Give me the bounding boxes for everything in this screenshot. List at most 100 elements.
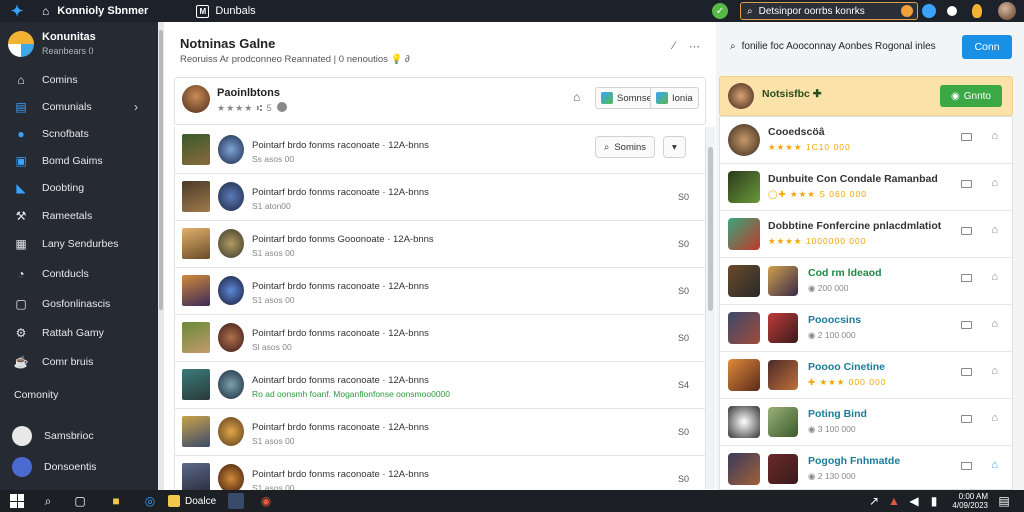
sidebar-item-2[interactable]: ● Scnofbats — [14, 125, 88, 143]
bell-icon[interactable] — [922, 4, 936, 18]
award-icon[interactable] — [972, 4, 982, 18]
sidebar-item-6[interactable]: ▦ Lany Sendurbes — [14, 235, 118, 253]
list-item[interactable]: Pooocsins ◉ 2 100 000 ⌂ — [720, 305, 1012, 352]
message-icon[interactable] — [961, 415, 972, 423]
bell-icon[interactable]: ⌂ — [991, 224, 998, 236]
bell-icon[interactable]: ⌂ — [991, 271, 998, 283]
alert-icon[interactable]: ▲ — [886, 493, 902, 509]
sidebar-item-3[interactable]: ▣ Bomd Gaims — [14, 152, 102, 170]
battery-icon[interactable]: ▮ — [926, 493, 942, 509]
table-row[interactable]: Aointarf brdo fonms raconoate · 12A-bnns… — [175, 362, 705, 409]
taskbar-app[interactable]: Doalce — [168, 493, 216, 509]
featured-card: Notsisfbc ✚ ◉ Gnnto — [719, 76, 1013, 116]
lock-icon[interactable]: ⌂ — [573, 90, 580, 104]
list-item[interactable]: Poting Bind ◉ 3 100 000 ⌂ — [720, 399, 1012, 446]
clock[interactable]: 0:00 AM 4/09/2023 — [952, 492, 988, 510]
sidebar-user-1[interactable]: Donsoentis — [12, 457, 97, 477]
user-avatar[interactable] — [998, 2, 1016, 20]
chrome-icon[interactable]: ◉ — [258, 493, 274, 509]
bell-icon[interactable]: ⌂ — [991, 130, 998, 142]
sidebar-item-1[interactable]: ▤ Comunials › — [14, 98, 148, 116]
home-icon[interactable]: ⌂ — [42, 4, 49, 18]
message-icon[interactable] — [961, 274, 972, 282]
featured-button-label: Gnnto — [963, 90, 991, 102]
page-title: Notninas Galne — [180, 36, 276, 51]
right-search[interactable]: ⌕ fonilie foc Aooconnay Aonbes Rogonal i… — [730, 41, 936, 52]
message-icon[interactable] — [961, 180, 972, 188]
sidebar-item-10[interactable]: ☕ Comr bruis — [14, 353, 94, 371]
item-sub: ★★★★ 1C10 000 — [768, 142, 851, 153]
alert-icon[interactable] — [901, 5, 913, 17]
app-logo-icon[interactable]: ✦ — [6, 0, 28, 22]
windows-start-icon[interactable] — [10, 494, 24, 508]
message-icon[interactable] — [961, 462, 972, 470]
bell-icon[interactable]: ⌂ — [991, 318, 998, 330]
window-title: Konnioly Sbnmer — [57, 5, 149, 17]
filter-button[interactable]: ⌕ Somins — [595, 136, 656, 158]
table-row[interactable]: Pointarf brdo fonms Gooonoate · 12A-bnns… — [175, 221, 705, 268]
browser-icon[interactable]: ◎ — [142, 493, 158, 509]
app-icon[interactable] — [228, 493, 244, 509]
bell-icon[interactable]: ⌂ — [991, 177, 998, 189]
game-action-button-2[interactable]: Ionia — [650, 87, 699, 109]
notification-icon[interactable]: ✓ — [712, 3, 728, 19]
list-item[interactable]: Cod rm ldeaod ◉ 200 000 ⌂ — [720, 258, 1012, 305]
message-icon[interactable] — [961, 321, 972, 329]
gamepad-icon: ▣ — [15, 154, 27, 168]
sidebar-item-label: Lany Sendurbes — [42, 238, 119, 250]
clock-icon — [276, 102, 287, 112]
table-row[interactable]: Pointarf brdo fonms raconoate · 12A-bnns… — [175, 315, 705, 362]
sidebar-item-4[interactable]: ◣ Doobting — [14, 179, 84, 197]
folder-icon[interactable]: ■ — [108, 493, 124, 509]
table-row[interactable]: Pointarf brdo fonms raconoate · 12A-bnns… — [175, 127, 705, 174]
list-item[interactable]: Cooedscöâ ★★★★ 1C10 000 ⌂ — [720, 117, 1012, 164]
sidebar-user-label: Samsbrioc — [44, 430, 94, 442]
edit-icon[interactable]: ∕ — [673, 40, 675, 53]
list-item[interactable]: Pogogh Fnhmatde ◉ 2 130 000 ⌂ — [720, 446, 1012, 493]
task-view-icon[interactable]: ▢ — [72, 493, 88, 509]
search-icon[interactable]: ⌕ — [40, 493, 56, 509]
bell-icon[interactable]: ⌂ — [991, 412, 998, 424]
featured-button[interactable]: ◉ Gnnto — [940, 85, 1002, 107]
message-icon[interactable] — [961, 227, 972, 235]
app-icon — [601, 92, 613, 104]
home-icon: ⌂ — [17, 73, 25, 87]
more-icon[interactable]: ⋯ — [689, 40, 700, 53]
avatar — [218, 276, 244, 305]
sidebar-item-0[interactable]: ⌂ Comins — [14, 71, 77, 89]
sidebar-user-0[interactable]: Samsbrioc — [12, 426, 94, 446]
table-row[interactable]: Pointarf brdo fonms raconoate · 12A-bnns… — [175, 409, 705, 456]
chat-icon: ◔ — [17, 267, 25, 281]
sidebar-item-9[interactable]: ⚙ Rattah Gamy — [14, 324, 104, 342]
sidebar-item-7[interactable]: ◔ Contducls — [14, 265, 88, 283]
bell-icon[interactable]: ⌂ — [991, 365, 998, 377]
info-icon[interactable] — [947, 6, 957, 16]
sidebar-item-5[interactable]: ⚒ Rameetals — [14, 207, 93, 225]
volume-icon[interactable]: ◀ — [906, 493, 922, 509]
table-row[interactable]: Pointarf brdo fonms raconoate · 12A-bnns… — [175, 174, 705, 221]
notifications-icon[interactable]: ▤ — [996, 493, 1012, 509]
sidebar-item-8[interactable]: ▢ Gosfonlinascis — [14, 295, 110, 313]
table-row[interactable]: Pointarf brdo fonms raconoate · 12A-bnns… — [175, 268, 705, 315]
row-count: S0 — [677, 427, 689, 437]
primary-button[interactable]: Conn — [962, 35, 1012, 59]
network-icon[interactable]: ↗ — [866, 493, 882, 509]
bell-icon[interactable]: ⌂ — [991, 459, 998, 471]
list-item[interactable]: Poooo Cinetine ✚ ★★★ 000 000 ⌂ — [720, 352, 1012, 399]
message-icon[interactable] — [961, 368, 972, 376]
row-count: S0 — [677, 333, 689, 343]
scrollbar-thumb[interactable] — [159, 30, 163, 310]
message-icon[interactable] — [961, 133, 972, 141]
item-name: Dobbtine Fonfercine pnlacdmlatiot — [768, 220, 942, 232]
taskbar: ⌕ ▢ ■ ◎ Doalce ◉ ↗ ▲ ◀ ▮ 0:00 AM 4/09/20… — [0, 490, 1024, 512]
scrollbar-thumb[interactable] — [708, 147, 713, 311]
list-item[interactable]: Dunbuite Con Condale Ramanbad ◯✚ ★★★ S 0… — [720, 164, 1012, 211]
dropdown-button[interactable]: ▾ — [663, 136, 686, 158]
list-item[interactable]: Dobbtine Fonfercine pnlacdmlatiot ★★★★ 1… — [720, 211, 1012, 258]
chevron-right-icon[interactable]: › — [134, 100, 138, 114]
game-action-button-1[interactable]: Somnse — [595, 87, 658, 109]
list-scrollbar[interactable] — [706, 127, 715, 489]
m-icon[interactable]: M — [196, 4, 210, 18]
item-rating: ✚ ★★★ 000 000 — [808, 377, 887, 387]
search-bar[interactable]: ⌕ Detsinpor oorrbs konrks — [740, 2, 918, 20]
